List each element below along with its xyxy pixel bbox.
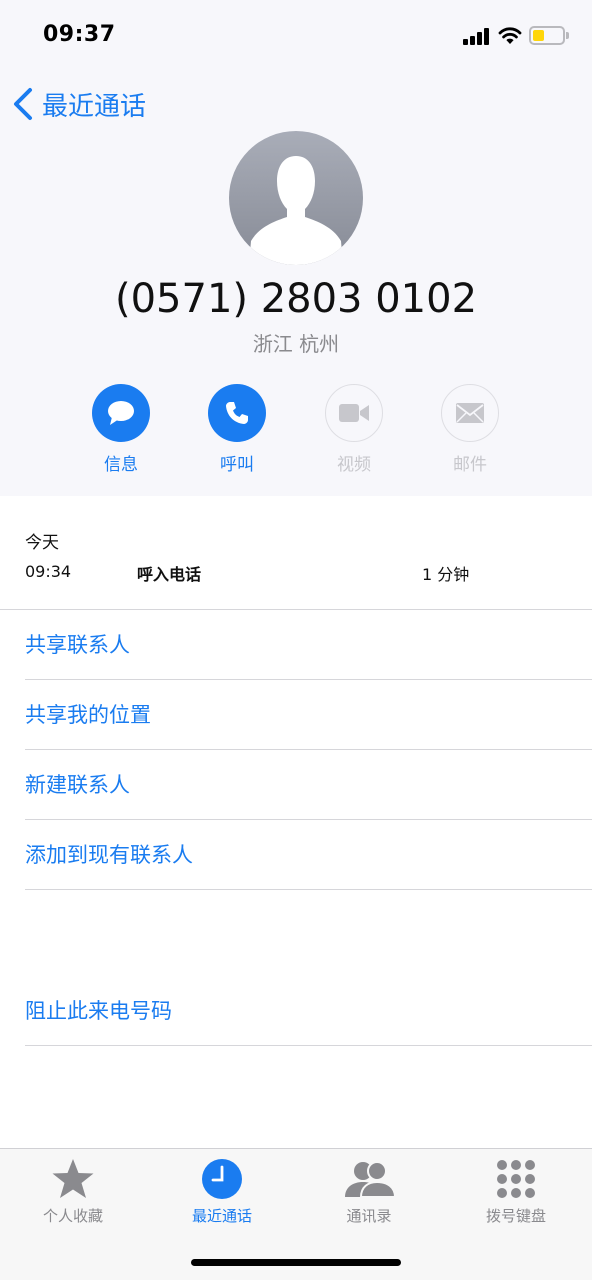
message-button[interactable]: 信息 [91,384,151,475]
message-button-circle [92,384,150,442]
message-label: 信息 [104,455,138,475]
video-label: 视频 [337,455,371,475]
add-to-existing-contact-button[interactable]: 添加到现有联系人 [25,835,585,875]
contact-avatar [229,131,363,265]
home-indicator[interactable] [191,1259,401,1266]
mail-button-circle [441,384,499,442]
video-button[interactable]: 视频 [324,384,384,475]
tab-contacts-label: 通讯录 [346,1207,392,1225]
tab-keypad-label: 拨号键盘 [485,1207,546,1225]
mail-icon [456,403,484,423]
divider [25,819,592,820]
tab-favorites-label: 个人收藏 [42,1207,103,1225]
call-history [0,496,592,610]
mail-button[interactable]: 邮件 [440,384,500,475]
back-button[interactable]: 最近通话 [10,84,146,124]
share-contact-button[interactable]: 共享联系人 [25,625,585,665]
call-duration: 1 分钟 [422,565,470,584]
back-label: 最近通话 [42,91,147,122]
video-button-circle [325,384,383,442]
new-contact-button[interactable]: 新建联系人 [25,765,585,805]
divider [25,679,592,680]
mail-label: 邮件 [453,455,487,475]
message-icon [108,401,134,425]
tab-recents-label: 最近通话 [191,1207,252,1225]
wifi-icon [498,27,522,44]
battery-level [533,30,544,41]
divider [25,889,592,890]
phone-icon [226,402,248,424]
cellular-signal-icon [463,27,491,45]
tab-contacts[interactable]: 通讯录 [314,1156,424,1226]
battery-cap [566,32,569,39]
call-type: 呼入电话 [137,565,202,584]
person-silhouette-icon [249,156,343,265]
divider [0,609,592,610]
video-icon [339,404,369,422]
clock-icon [202,1159,242,1199]
tab-favorites[interactable]: 个人收藏 [18,1156,128,1226]
status-bar: 09:37 [0,0,592,70]
caller-location: 浙江 杭州 [252,332,340,356]
tab-recents[interactable]: 最近通话 [167,1156,277,1226]
call-button-circle [208,384,266,442]
chevron-left-icon [14,88,32,120]
tab-keypad[interactable]: 拨号键盘 [461,1156,571,1226]
keypad-icon [497,1160,535,1198]
divider [25,1045,592,1046]
star-icon [52,1159,94,1198]
call-label: 呼叫 [220,455,254,475]
status-time: 09:37 [43,22,116,47]
block-caller-button[interactable]: 阻止此来电号码 [25,991,585,1031]
contacts-icon [345,1161,397,1198]
phone-number: (0571) 2803 0102 [114,276,478,322]
call-time: 09:34 [25,562,72,581]
battery-icon [529,26,565,45]
share-location-button[interactable]: 共享我的位置 [25,695,585,735]
call-date-header: 今天 [25,533,59,553]
call-button[interactable]: 呼叫 [207,384,267,475]
divider [25,749,592,750]
